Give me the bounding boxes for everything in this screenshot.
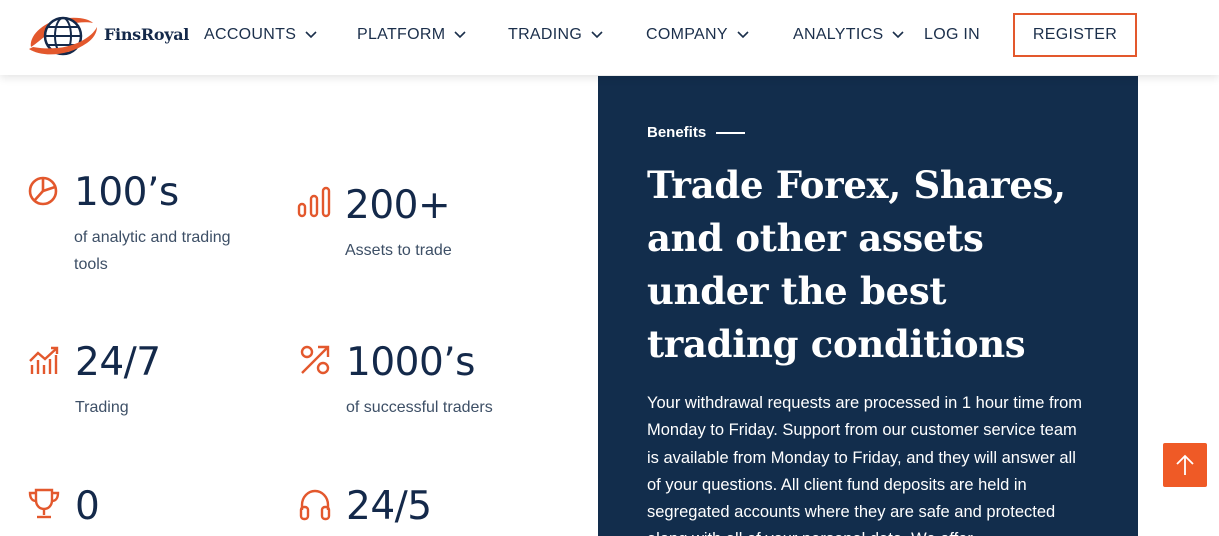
chevron-down-icon: [591, 31, 603, 39]
register-label: REGISTER: [1032, 26, 1118, 43]
chevron-down-icon: [454, 31, 466, 39]
nav-trading[interactable]: TRADING: [508, 24, 603, 46]
stat-value: 100’s: [74, 170, 179, 215]
nav-accounts[interactable]: ACCOUNTS: [204, 24, 317, 46]
benefits-tag-label: Benefits: [647, 124, 707, 141]
stat-value: 200+: [345, 183, 451, 228]
stat-label: Assets to trade: [345, 242, 452, 259]
nav-analytics[interactable]: ANALYTICS: [793, 24, 905, 46]
chevron-down-icon: [305, 31, 317, 39]
headphones-icon: [299, 489, 331, 521]
register-button[interactable]: REGISTER: [1013, 13, 1137, 57]
pie-chart-icon: [28, 176, 58, 206]
nav-label: COMPANY: [646, 26, 728, 43]
stat-label: of analytic and trading tools: [74, 229, 231, 273]
stat-label: Trading: [75, 399, 129, 416]
stat-label: of successful traders: [346, 399, 493, 416]
nav-platform[interactable]: PLATFORM: [357, 24, 466, 46]
trophy-icon: [28, 488, 60, 519]
growth-chart-icon: [29, 346, 59, 374]
benefits-title: Trade Forex, Shares, and other assets un…: [647, 163, 1066, 366]
nav-label: ACCOUNTS: [204, 26, 297, 43]
globe-logo-icon: [29, 16, 97, 56]
stat-value: 24/7: [75, 340, 161, 385]
nav-label: PLATFORM: [357, 26, 446, 43]
stat-value: 24/5: [346, 484, 432, 529]
logo[interactable]: FinsRoyal: [27, 9, 189, 61]
benefits-panel: Benefits Trade Forex, Shares, and other …: [598, 76, 1138, 536]
nav-label: ANALYTICS: [793, 26, 884, 43]
chevron-down-icon: [892, 31, 905, 39]
login-link[interactable]: LOG IN: [924, 24, 980, 46]
percent-arrow-icon: [300, 345, 330, 375]
tag-divider: [716, 131, 746, 134]
login-label: LOG IN: [924, 26, 981, 43]
benefits-body: Your withdrawal requests are processed i…: [647, 394, 1083, 536]
scroll-top-button[interactable]: [1163, 443, 1207, 487]
nav-company[interactable]: COMPANY: [646, 24, 749, 46]
bar-chart-icon: [297, 186, 331, 218]
brand-name: FinsRoyal: [104, 25, 190, 44]
arrow-up-icon: [1176, 454, 1194, 475]
site-header: FinsRoyal ACCOUNTS PLATFORM TRADING COMP…: [0, 0, 1219, 75]
benefits-tag: Benefits: [647, 124, 746, 141]
nav-label: TRADING: [508, 26, 583, 43]
stat-value: 1000’s: [346, 340, 475, 385]
stat-value: 0: [75, 484, 100, 529]
chevron-down-icon: [737, 31, 749, 39]
